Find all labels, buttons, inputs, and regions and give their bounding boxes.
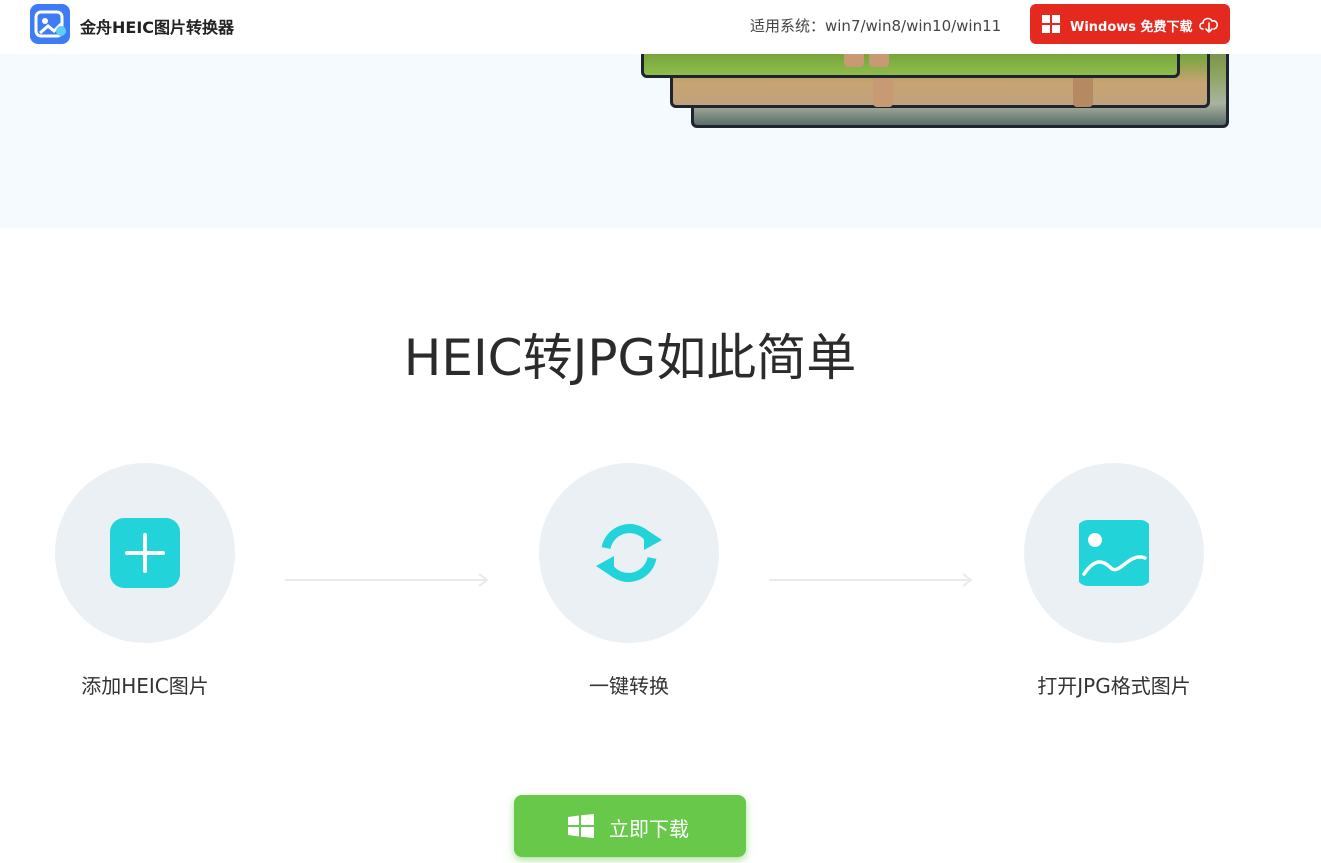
windows-free-download-button[interactable]: Windows 免费下载 bbox=[1030, 4, 1230, 44]
windows-icon bbox=[568, 814, 594, 838]
top-header: 金舟HEIC图片转换器 适用系统：win7/win8/win10/win11 W… bbox=[0, 0, 1321, 54]
convert-refresh-icon bbox=[596, 524, 662, 582]
hero-banner bbox=[0, 54, 1321, 228]
photo-subject bbox=[869, 54, 889, 67]
photo-preview-1 bbox=[641, 54, 1180, 78]
step-label-open: 打开JPG格式图片 bbox=[1037, 674, 1191, 698]
photo-app-logo-icon[interactable] bbox=[30, 4, 70, 44]
app-name: 金舟HEIC图片转换器 bbox=[80, 18, 235, 37]
page: 金舟HEIC图片转换器 适用系统：win7/win8/win10/win11 W… bbox=[0, 0, 1321, 863]
system-requirements: 适用系统：win7/win8/win10/win11 bbox=[750, 17, 1002, 35]
step-arrow-2 bbox=[769, 573, 973, 587]
add-image-icon bbox=[110, 518, 180, 588]
download-button-label: Windows 免费下载 bbox=[1070, 20, 1193, 35]
step-arrow-1 bbox=[285, 573, 489, 587]
photo-subject bbox=[844, 54, 864, 67]
section-title: HEIC转JPG如此简单 bbox=[403, 329, 857, 387]
open-image-icon bbox=[1079, 520, 1149, 586]
step-label-add: 添加HEIC图片 bbox=[81, 674, 209, 698]
step-label-convert: 一键转换 bbox=[589, 674, 669, 698]
step-convert bbox=[539, 463, 719, 643]
step-open-jpg bbox=[1024, 463, 1204, 643]
download-now-label: 立即下载 bbox=[609, 817, 689, 841]
download-now-button[interactable]: 立即下载 bbox=[514, 795, 746, 857]
cloud-download-icon bbox=[1199, 17, 1219, 34]
step-add-heic bbox=[55, 463, 235, 643]
windows-icon bbox=[1042, 15, 1060, 33]
